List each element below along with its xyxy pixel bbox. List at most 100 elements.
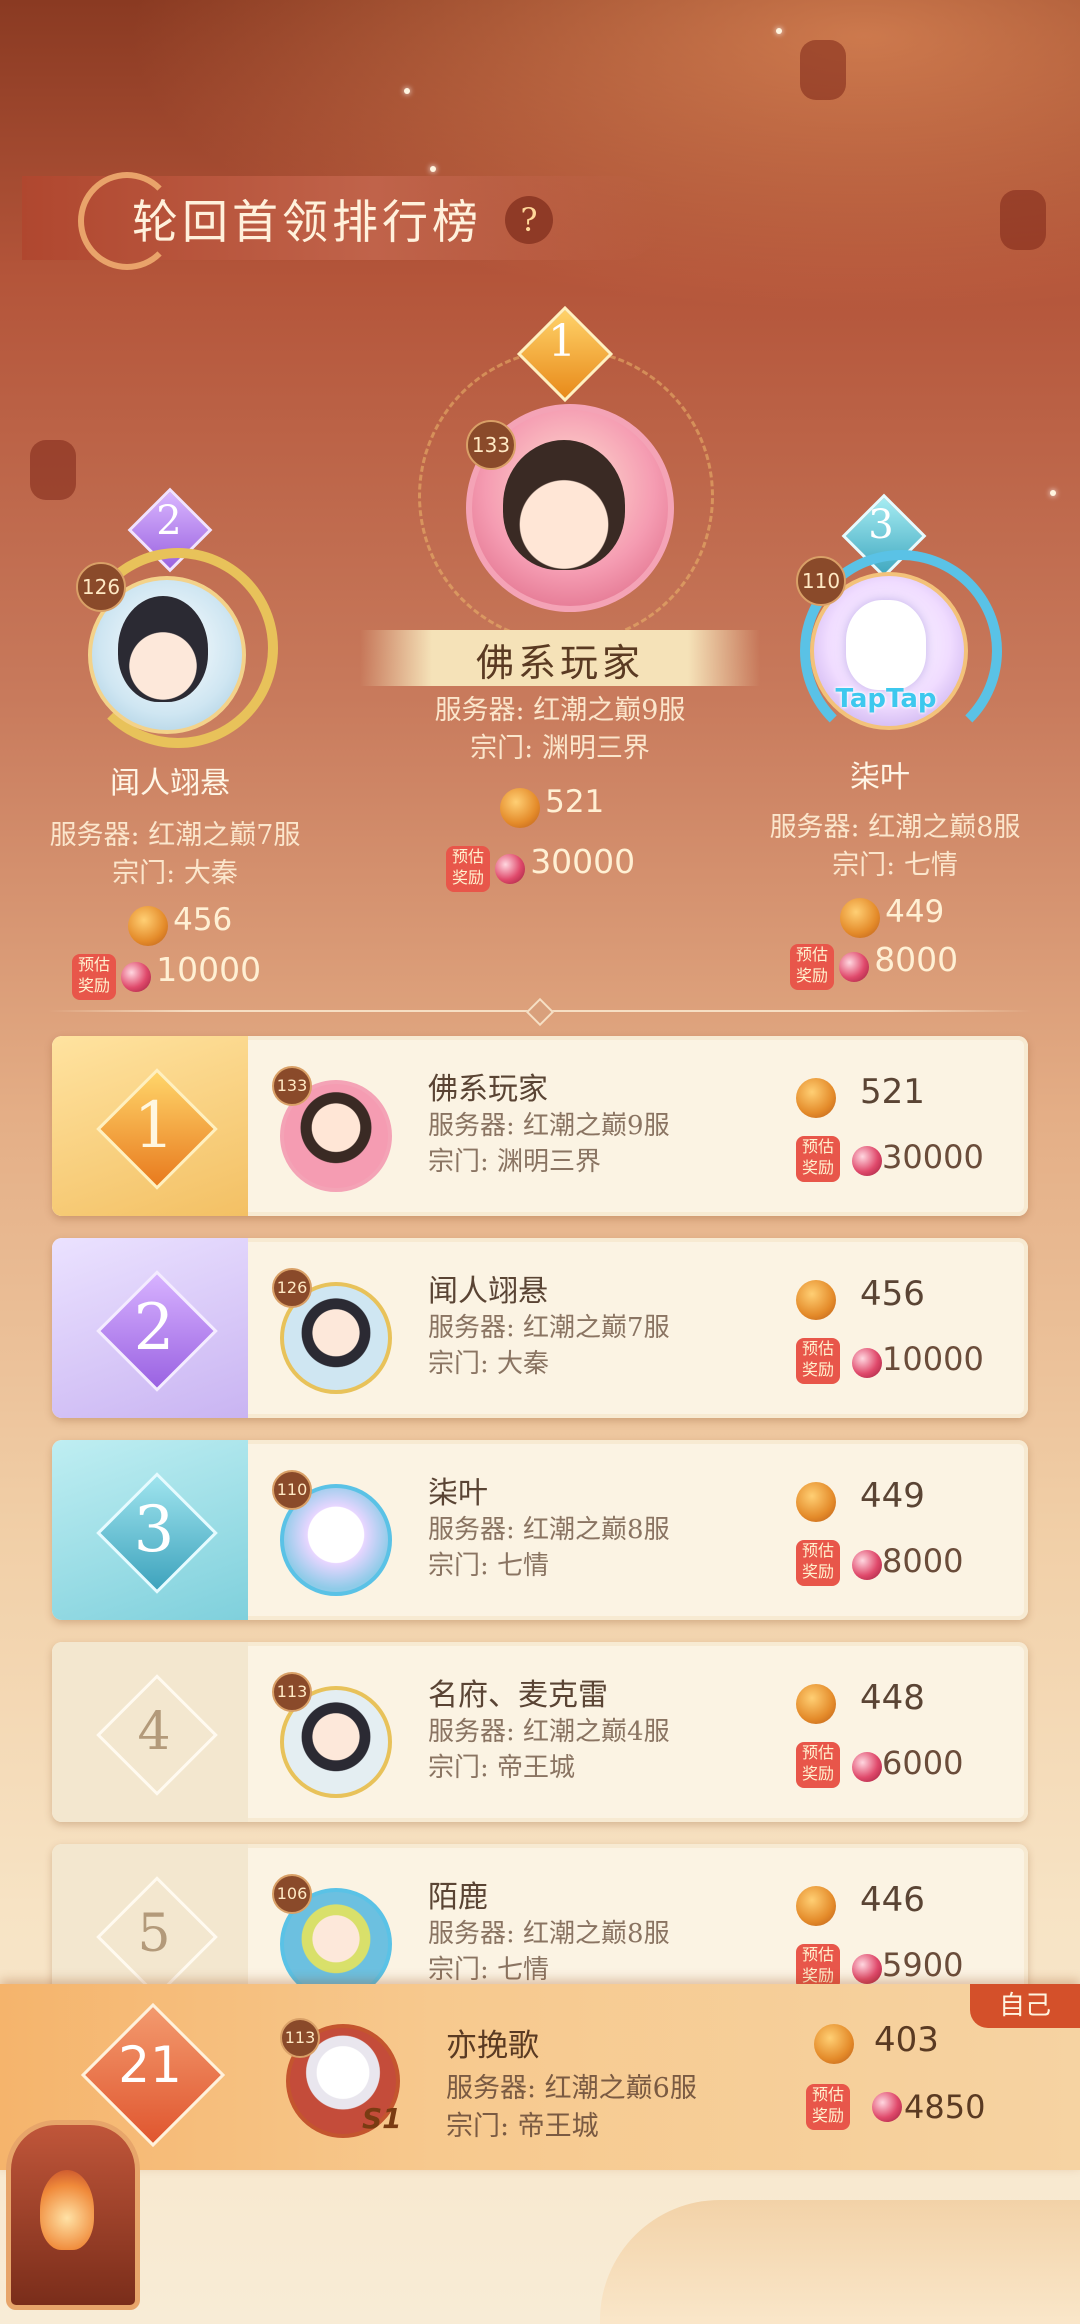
row-4-sect: 宗门: 帝王城 — [428, 1753, 576, 1783]
self-server: 服务器: 红潮之巅6服 — [446, 2073, 697, 2104]
coin-icon — [500, 787, 540, 828]
row-3-reward-tag: 预估奖励 — [796, 1540, 840, 1586]
row-3-reward: 8000 — [882, 1542, 964, 1580]
coin-icon — [796, 1280, 836, 1320]
podium-3-reward-group: 预估奖励 8000 — [790, 940, 958, 990]
sparkle — [1050, 490, 1056, 496]
row-5-name: 陌鹿 — [428, 1880, 488, 1915]
podium-2-server: 服务器: 红潮之巅7服 — [49, 820, 301, 851]
row-5-reward: 5900 — [882, 1946, 964, 1984]
self-level: 113 — [280, 2018, 320, 2058]
coin-icon — [796, 1482, 836, 1522]
podium-1-avatar-face — [503, 440, 625, 570]
gem-icon — [121, 961, 152, 992]
self-sect: 宗门: 帝王城 — [446, 2111, 599, 2142]
coin-icon — [128, 905, 168, 946]
row-2-sect: 宗门: 大秦 — [428, 1349, 550, 1379]
podium-2-avatar-face — [118, 596, 208, 702]
row-5-sect: 宗门: 七情 — [428, 1955, 550, 1985]
sparkle — [776, 28, 782, 34]
podium-1-sect: 宗门: 渊明三界 — [470, 733, 650, 764]
sparkle — [404, 88, 410, 94]
row-1-reward: 30000 — [882, 1138, 984, 1176]
self-rank: 21 — [118, 2036, 182, 2094]
ranking-row-3[interactable]: 3 110 柒叶 服务器: 红潮之巅8服 宗门: 七情 449 预估奖励 800… — [52, 1440, 1028, 1620]
lantern-flame-icon — [40, 2170, 94, 2250]
divider-diamond-icon — [525, 997, 555, 1027]
podium-3-avatar-ghost — [846, 600, 926, 690]
cloud-decoration — [600, 2200, 1080, 2324]
row-4-score: 448 — [860, 1678, 925, 1718]
podium-1-reward-group: 预估奖励 30000 — [446, 842, 635, 892]
row-2-name: 闻人翊悬 — [428, 1274, 548, 1309]
row-4-reward: 6000 — [882, 1744, 964, 1782]
gem-icon — [495, 853, 526, 884]
row-1-rank: 1 — [133, 1089, 175, 1163]
podium-rank-1: 1 — [548, 316, 576, 367]
coin-icon — [814, 2024, 854, 2064]
self-reward-tag: 预估奖励 — [806, 2084, 850, 2130]
row-3-score: 449 — [860, 1476, 925, 1516]
row-1-server: 服务器: 红潮之巅9服 — [428, 1111, 670, 1141]
gem-icon — [852, 1954, 882, 1984]
coin-icon — [796, 1684, 836, 1724]
ranking-row-4[interactable]: 4 113 名府、麦克雷 服务器: 红潮之巅4服 宗门: 帝王城 448 预估奖… — [52, 1642, 1028, 1822]
row-4-name: 名府、麦克雷 — [428, 1678, 608, 1713]
podium-3-reward-tag: 预估奖励 — [790, 943, 834, 990]
row-2-reward-tag: 预估奖励 — [796, 1338, 840, 1384]
row-1-level: 133 — [272, 1066, 312, 1106]
help-button[interactable]: ? — [505, 196, 553, 244]
podium-2-level: 126 — [76, 562, 126, 612]
gem-icon — [852, 1752, 882, 1782]
self-tag: 自己 — [970, 1984, 1080, 2028]
self-season-badge: S1 — [362, 2102, 402, 2135]
podium-3-level: 110 — [796, 556, 846, 606]
row-5-server: 服务器: 红潮之巅8服 — [428, 1919, 670, 1949]
lantern-decoration — [800, 40, 846, 100]
self-reward: 4850 — [904, 2088, 986, 2126]
lantern-decoration — [30, 440, 76, 500]
row-1-name: 佛系玩家 — [428, 1072, 548, 1107]
podium-1-name: 佛系玩家 — [475, 641, 644, 685]
podium-2-score: 456 — [173, 902, 233, 938]
row-3-sect: 宗门: 七情 — [428, 1551, 550, 1581]
ranking-row-1[interactable]: 1 133 佛系玩家 服务器: 红潮之巅9服 宗门: 渊明三界 521 预估奖励… — [52, 1036, 1028, 1216]
ranking-row-2[interactable]: 2 126 闻人翊悬 服务器: 红潮之巅7服 宗门: 大秦 456 预估奖励 1… — [52, 1238, 1028, 1418]
sparkle — [430, 166, 436, 172]
row-3-rank: 3 — [133, 1493, 175, 1567]
self-score: 403 — [874, 2020, 939, 2060]
self-name: 亦挽歌 — [446, 2028, 539, 2064]
row-2-level: 126 — [272, 1268, 312, 1308]
row-5-score: 446 — [860, 1880, 925, 1920]
podium-2-score-group: 456 — [128, 902, 232, 946]
row-4-reward-tag: 预估奖励 — [796, 1742, 840, 1788]
row-2-server: 服务器: 红潮之巅7服 — [428, 1313, 670, 1343]
podium-rank-3: 3 — [868, 502, 894, 548]
podium-2-reward: 10000 — [156, 950, 262, 989]
gem-icon — [852, 1146, 882, 1176]
podium-2-reward-tag: 预估奖励 — [72, 953, 116, 1000]
lantern-decoration — [1000, 190, 1046, 250]
podium-1-score-group: 521 — [500, 784, 604, 828]
self-ranking-row[interactable]: 自己 21 113 S1 亦挽歌 服务器: 红潮之巅6服 宗门: 帝王城 403… — [0, 1984, 1080, 2170]
podium-1-level: 133 — [466, 420, 516, 470]
podium-1-server: 服务器: 红潮之巅9服 — [434, 695, 686, 726]
podium-rank-2: 2 — [156, 498, 182, 544]
coin-icon — [796, 1886, 836, 1926]
row-1-reward-tag: 预估奖励 — [796, 1136, 840, 1182]
row-2-score: 456 — [860, 1274, 925, 1314]
row-3-server: 服务器: 红潮之巅8服 — [428, 1515, 670, 1545]
row-1-sect: 宗门: 渊明三界 — [428, 1147, 602, 1177]
coin-icon — [840, 897, 880, 938]
podium-1-reward: 30000 — [530, 842, 636, 881]
podium-1-reward-tag: 预估奖励 — [446, 845, 490, 892]
row-5-rank: 5 — [137, 1904, 171, 1964]
podium-3-avatar-badge: TapTap — [835, 684, 937, 714]
page-title: 轮回首领排行榜 — [132, 195, 482, 249]
podium-3-score: 449 — [885, 894, 945, 930]
row-4-rank: 4 — [137, 1702, 171, 1762]
row-4-server: 服务器: 红潮之巅4服 — [428, 1717, 670, 1747]
podium-3-score-group: 449 — [840, 894, 944, 938]
podium-2-sect: 宗门: 大秦 — [112, 858, 238, 889]
gem-icon — [852, 1348, 882, 1378]
